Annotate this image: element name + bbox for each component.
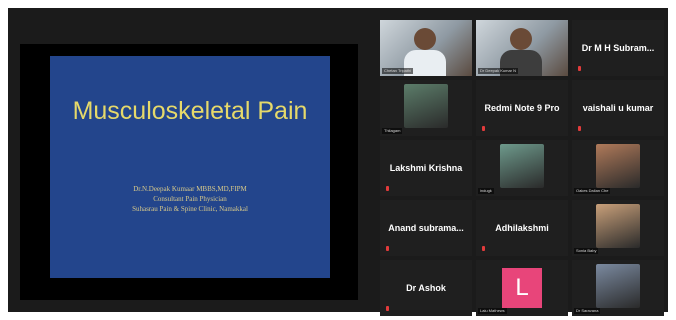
mic-muted-icon [481,126,486,132]
participant-name: Redmi Note 9 Pro [484,103,560,113]
slide-title: Musculoskeletal Pain [72,97,308,125]
person-silhouette [414,28,436,50]
participant-label: Oakes Dalian Che [574,188,611,194]
slide-line: Dr.N.Deepak Kumaar MBBS,MD,FIPM [133,185,247,193]
participant-label: Sonia Baby [574,248,599,254]
participant-label: indugk [478,188,494,194]
mic-muted-icon [481,246,486,252]
participant-tile[interactable]: L Lalu Mathews [476,260,568,316]
person-silhouette [510,28,532,50]
participant-name: vaishali u kumar [582,103,654,113]
participant-label: Dr Deepak Kumar N [478,68,519,74]
participant-tile[interactable]: Dr M H Subram... [572,20,664,76]
participant-tile[interactable]: Oakes Dalian Che [572,140,664,196]
participant-name: Dr M H Subram... [581,43,655,53]
participant-tile[interactable]: Adhilakshmi [476,200,568,256]
presentation-slide: Musculoskeletal Pain Dr.N.Deepak Kumaar … [50,56,330,278]
participant-name: Dr Ashok [406,283,446,293]
participant-tile[interactable]: Anand subrama... [380,200,472,256]
profile-photo [596,204,640,248]
slide-line: Consultant Pain Physician [153,195,227,203]
participant-label: Dr Saravana [574,308,601,314]
mic-muted-icon [577,126,582,132]
participant-tile[interactable]: Chetan Tripathi [380,20,472,76]
participant-label: Chetan Tripathi [382,68,414,74]
participant-name: Lakshmi Krishna [389,163,463,173]
participant-name: Adhilakshmi [495,223,549,233]
meeting-window: Musculoskeletal Pain Dr.N.Deepak Kumaar … [8,8,668,316]
participant-tile[interactable]: Thilagam [380,80,472,136]
participant-name: Anand subrama... [388,223,464,233]
mic-muted-icon [385,186,390,192]
mic-muted-icon [385,306,390,312]
profile-photo [404,84,448,128]
participant-tile[interactable]: Lakshmi Krishna [380,140,472,196]
participant-tile[interactable]: Dr Deepak Kumar N [476,20,568,76]
participant-tile[interactable]: indugk [476,140,568,196]
participant-label: Lalu Mathews [478,308,507,314]
participant-tile[interactable]: Dr Ashok [380,260,472,316]
profile-photo [500,144,544,188]
participant-label: Thilagam [382,128,403,134]
avatar: L [502,268,542,308]
mic-muted-icon [577,66,582,72]
profile-photo [596,264,640,308]
slide-subtitle: Dr.N.Deepak Kumaar MBBS,MD,FIPM Consulta… [50,184,330,214]
participant-tile[interactable]: vaishali u kumar [572,80,664,136]
participant-tile[interactable]: Sonia Baby [572,200,664,256]
mic-muted-icon [385,246,390,252]
participant-tile[interactable]: Redmi Note 9 Pro [476,80,568,136]
participant-tile[interactable]: Dr Saravana [572,260,664,316]
shared-screen: Musculoskeletal Pain Dr.N.Deepak Kumaar … [20,44,358,300]
slide-line: Suhasrau Pain & Spine Clinic, Namakkal [132,205,248,213]
profile-photo [596,144,640,188]
